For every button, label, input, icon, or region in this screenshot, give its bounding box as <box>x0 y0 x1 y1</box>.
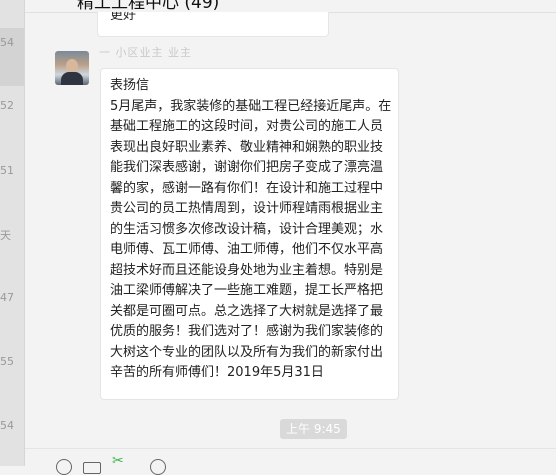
message-timestamp: 上午 9:45 <box>280 419 347 439</box>
previous-message-text: 更好 <box>110 12 137 23</box>
chat-title: 精工工程中心 (49) <box>77 0 220 12</box>
chat-header: ··· 精工工程中心 (49) <box>25 0 556 12</box>
message-text: 表扬信 5月尾声，我家装修的基础工程已经接近尾声。在基础工程施工的这段时间，对贵… <box>110 78 392 380</box>
chat-list-label: 51 <box>0 164 14 177</box>
scissors-icon[interactable] <box>112 453 126 473</box>
chat-list-label: 55 <box>0 355 14 368</box>
chat-list-label: 天 <box>0 229 11 242</box>
sender-avatar[interactable] <box>55 51 89 85</box>
message-bubble[interactable]: 表扬信 5月尾声，我家装修的基础工程已经接近尾声。在基础工程施工的这段时间，对贵… <box>100 68 399 400</box>
emoji-icon[interactable] <box>56 459 72 475</box>
folder-icon[interactable] <box>83 462 101 474</box>
avatar-face <box>66 59 78 73</box>
chat-list-label: 54 <box>0 36 14 49</box>
input-toolbar <box>25 448 556 475</box>
previous-message-bubble[interactable]: 更好 <box>97 12 329 37</box>
chat-list-label: 54 <box>0 419 14 432</box>
chat-list-strip[interactable]: 54 52 51 天 47 55 54 <box>0 0 25 466</box>
avatar-body <box>61 72 83 85</box>
sender-name: 一 小区业主 业主 <box>99 46 192 59</box>
chat-list-label: 52 <box>0 99 14 112</box>
chat-list-label: 47 <box>0 291 14 304</box>
chat-history-icon[interactable] <box>150 459 166 475</box>
